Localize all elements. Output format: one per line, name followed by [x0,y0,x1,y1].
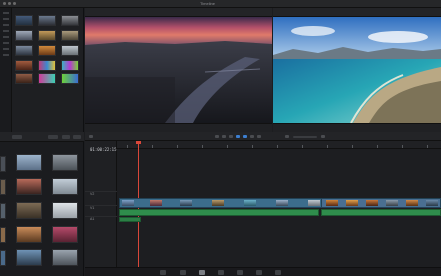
media-thumbnail[interactable] [38,15,56,26]
track-header-v2[interactable]: V2 [85,191,117,197]
timeline-options-icon[interactable] [89,135,93,138]
deliver-page-button[interactable] [275,270,281,275]
list-view-icon[interactable] [12,135,22,139]
media-thumbnail[interactable] [38,60,56,71]
source-viewer[interactable] [85,17,272,123]
media-thumbnail[interactable] [0,250,6,266]
source-viewer-bar [85,8,272,17]
color-page-button[interactable] [237,270,243,275]
marker-icon[interactable] [257,135,261,138]
media-pool-top [0,8,84,132]
search-icon[interactable] [62,135,70,139]
fusion-page-button[interactable] [218,270,224,275]
cut-page-button[interactable] [180,270,186,275]
zoom-icon[interactable] [321,135,325,138]
edit-page-button[interactable] [199,270,205,275]
grid-view-icon[interactable] [48,135,58,139]
media-thumbnail[interactable] [16,154,42,171]
media-thumbnail[interactable] [38,30,56,41]
media-thumbnail[interactable] [0,203,6,219]
media-thumbnail[interactable] [52,202,78,219]
media-thumbnail[interactable] [15,15,33,26]
audio-clip[interactable] [321,209,441,216]
timeline-panel: 01:00:22:15 V2 V1 A1 [85,132,441,276]
timecode-display: 01:00:22:15 [90,147,117,152]
page-navigation [85,267,441,276]
media-thumbnail[interactable] [61,73,79,84]
track-headers: 01:00:22:15 V2 V1 A1 [85,141,117,267]
media-thumbnail[interactable] [61,45,79,56]
bin-list[interactable] [0,8,12,132]
media-thumbnail[interactable] [15,60,33,71]
media-thumbnail[interactable] [38,73,56,84]
media-thumbnail[interactable] [15,30,33,41]
track-label: V2 [90,192,95,196]
media-thumbnail[interactable] [15,45,33,56]
track-header-v1[interactable]: V1 [85,205,117,211]
media-thumbnail[interactable] [52,154,78,171]
media-thumbnail[interactable] [61,60,79,71]
media-thumbnail[interactable] [0,179,6,195]
source-viewer-transport[interactable] [85,123,272,132]
close-window-icon[interactable] [3,2,6,5]
track-label: A1 [90,217,95,221]
media-thumbnail[interactable] [38,45,56,56]
audio-clip[interactable] [119,209,319,216]
gear-icon[interactable] [73,135,81,139]
minimize-window-icon[interactable] [8,2,11,5]
media-pool-header [0,132,84,142]
track-label: V1 [90,206,95,210]
media-thumbnail[interactable] [0,227,6,243]
media-thumbnail[interactable] [16,249,42,266]
sunset-town-frame [85,17,272,123]
flag-icon[interactable] [250,135,254,138]
program-viewer-bar [273,8,441,17]
fairlight-page-button[interactable] [256,270,262,275]
media-thumbnail[interactable] [61,30,79,41]
blade-icon[interactable] [229,135,233,138]
media-thumbnail[interactable] [16,226,42,243]
zoom-out-icon[interactable] [285,135,289,138]
media-thumbnail[interactable] [52,249,78,266]
timeline-toolbar [85,132,441,141]
video-clip[interactable] [321,198,441,208]
title-bar: Timeline [0,0,441,8]
window-title: Timeline [200,1,215,6]
media-pool-bottom [0,132,84,276]
audio-clip[interactable] [119,217,141,222]
media-thumbnail[interactable] [16,202,42,219]
editor-app: Timeline 01:00:22:15 V2 V1 A1 [0,0,441,276]
media-thumbnail[interactable] [61,15,79,26]
timeline-ruler[interactable] [117,141,441,149]
coast-frame [273,17,441,123]
media-thumbnail[interactable] [15,73,33,84]
program-viewer[interactable] [273,17,441,123]
media-thumbnail[interactable] [0,156,6,172]
media-thumbnail[interactable] [52,226,78,243]
snapping-icon[interactable] [236,135,240,138]
media-thumbnail[interactable] [52,178,78,195]
track-header-a1[interactable]: A1 [85,216,117,222]
media-thumbnail[interactable] [16,178,42,195]
link-icon[interactable] [243,135,247,138]
trim-icon[interactable] [222,135,226,138]
selection-icon[interactable] [215,135,219,138]
program-viewer-transport[interactable] [273,123,441,132]
media-page-button[interactable] [160,270,166,275]
maximize-window-icon[interactable] [13,2,16,5]
zoom-slider[interactable] [293,136,317,138]
